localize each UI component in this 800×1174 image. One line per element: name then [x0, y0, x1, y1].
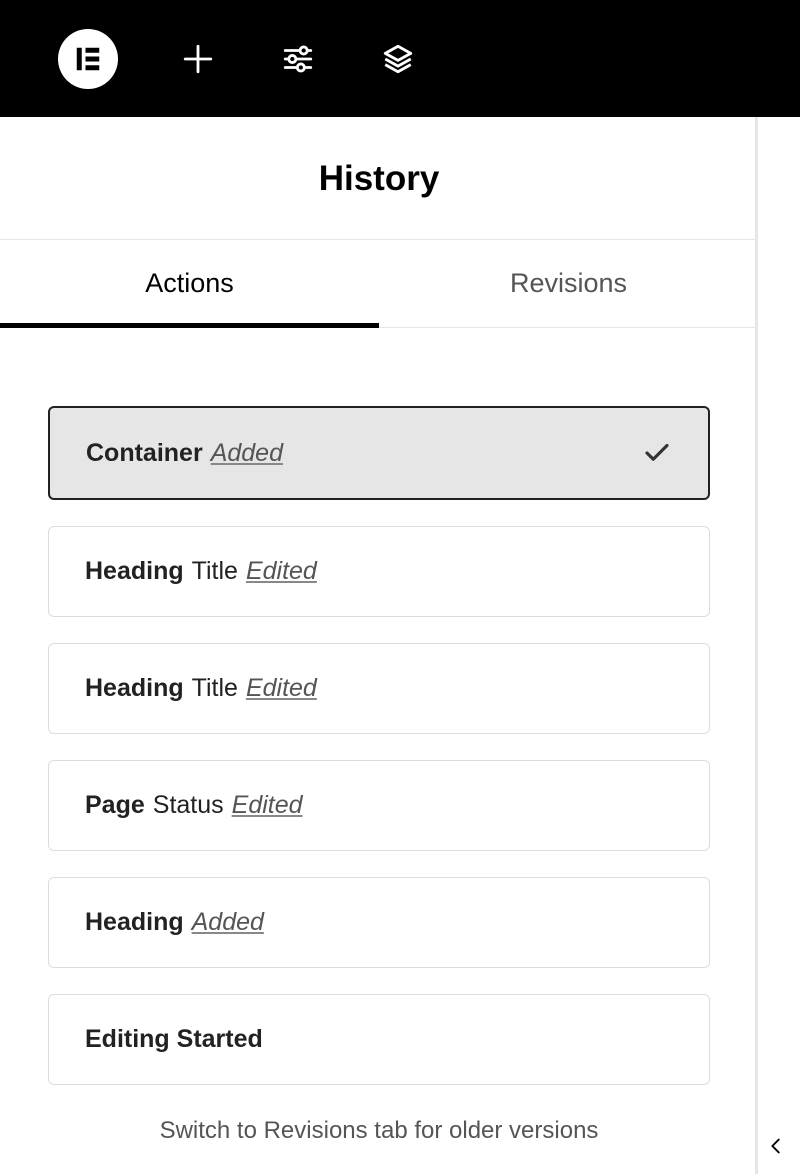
settings-button[interactable]	[278, 39, 318, 79]
history-action: Added	[211, 439, 283, 468]
history-action: Edited	[232, 791, 303, 820]
history-element: Page	[85, 791, 145, 820]
history-item[interactable]: Heading Title Edited	[48, 526, 710, 617]
history-element: Editing Started	[85, 1025, 263, 1054]
collapse-panel-button[interactable]	[758, 1128, 794, 1164]
history-item[interactable]: Container Added	[48, 406, 710, 500]
check-icon	[642, 438, 672, 468]
history-item[interactable]: Editing Started	[48, 994, 710, 1085]
tab-revisions[interactable]: Revisions	[379, 240, 758, 327]
history-item[interactable]: Heading Added	[48, 877, 710, 968]
plus-icon	[181, 42, 215, 76]
chevron-left-icon	[765, 1135, 787, 1157]
layers-icon	[381, 42, 415, 76]
history-element: Container	[86, 439, 203, 468]
history-element: Heading	[85, 908, 184, 937]
panel-divider	[755, 117, 758, 1174]
history-item[interactable]: Page Status Edited	[48, 760, 710, 851]
panel-title: History	[0, 117, 758, 240]
topbar	[0, 0, 800, 117]
history-subtitle: Title	[192, 557, 238, 586]
history-item[interactable]: Heading Title Edited	[48, 643, 710, 734]
history-element: Heading	[85, 557, 184, 586]
elementor-logo-icon	[73, 44, 103, 74]
structure-button[interactable]	[378, 39, 418, 79]
history-panel: History Actions Revisions Container Adde…	[0, 117, 758, 1145]
footer-note: Switch to Revisions tab for older versio…	[0, 1111, 758, 1145]
history-action: Edited	[246, 674, 317, 703]
tab-actions[interactable]: Actions	[0, 240, 379, 327]
add-button[interactable]	[178, 39, 218, 79]
tabs: Actions Revisions	[0, 240, 758, 328]
history-subtitle: Status	[153, 791, 224, 820]
history-subtitle: Title	[192, 674, 238, 703]
elementor-logo[interactable]	[58, 29, 118, 89]
history-action: Edited	[246, 557, 317, 586]
history-action: Added	[192, 908, 264, 937]
history-element: Heading	[85, 674, 184, 703]
sliders-icon	[281, 42, 315, 76]
history-list: Container Added Heading Title Edited Hea…	[0, 328, 758, 1085]
